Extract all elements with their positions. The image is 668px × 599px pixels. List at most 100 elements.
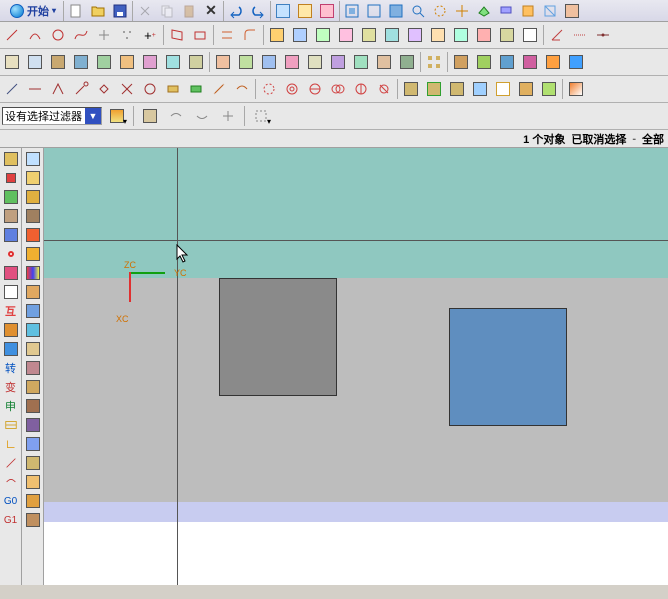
orient-button[interactable] xyxy=(495,0,517,22)
mod-tool[interactable] xyxy=(24,78,46,100)
spline-tool[interactable] xyxy=(70,24,92,46)
pal2-button[interactable] xyxy=(24,397,42,415)
unite-tool[interactable] xyxy=(450,51,472,73)
select-obj-button[interactable] xyxy=(139,105,161,127)
trim-tool[interactable] xyxy=(569,24,591,46)
pal-button[interactable] xyxy=(2,264,20,282)
pal-button[interactable] xyxy=(2,150,20,168)
tool-button[interactable] xyxy=(316,0,338,22)
shell-tool[interactable] xyxy=(519,51,541,73)
mod-tool[interactable] xyxy=(231,78,253,100)
new-file-button[interactable] xyxy=(65,0,87,22)
wireframe-button[interactable] xyxy=(539,0,561,22)
dropdown-icon[interactable]: ▼ xyxy=(85,108,101,124)
pattern-tool[interactable] xyxy=(423,51,445,73)
view-rotate-button[interactable] xyxy=(429,0,451,22)
blend-tool[interactable] xyxy=(565,51,587,73)
angle-tool[interactable] xyxy=(546,24,568,46)
simplify-tool[interactable] xyxy=(381,24,403,46)
pal-button[interactable] xyxy=(2,226,20,244)
delete-button[interactable]: ✕ xyxy=(200,0,222,22)
selection-filter-input[interactable] xyxy=(3,108,85,124)
pal-extend-button[interactable]: 申 xyxy=(2,397,20,415)
intersect-tool[interactable] xyxy=(289,24,311,46)
rect-tool[interactable] xyxy=(166,24,188,46)
pal2-button[interactable] xyxy=(24,226,42,244)
save-button[interactable] xyxy=(109,0,131,22)
pal2-button[interactable] xyxy=(24,454,42,472)
circle-mod[interactable] xyxy=(281,78,303,100)
view-fit-button[interactable] xyxy=(341,0,363,22)
wrap-tool[interactable] xyxy=(427,24,449,46)
groove-tool[interactable] xyxy=(327,51,349,73)
pal-transform-button[interactable]: 变 xyxy=(2,378,20,396)
circle-mod[interactable] xyxy=(327,78,349,100)
cylinder-tool[interactable] xyxy=(70,51,92,73)
view-magnify-button[interactable] xyxy=(407,0,429,22)
select-priority-button[interactable] xyxy=(191,105,213,127)
orient-button[interactable] xyxy=(473,0,495,22)
pal-button[interactable] xyxy=(2,188,20,206)
shape-gray-square[interactable] xyxy=(219,278,337,396)
pal2-button[interactable] xyxy=(24,340,42,358)
pal2-button[interactable] xyxy=(24,511,42,529)
shade-button[interactable] xyxy=(517,0,539,22)
box-mod[interactable] xyxy=(446,78,468,100)
pal-button[interactable] xyxy=(2,473,20,491)
subtract-tool[interactable] xyxy=(473,51,495,73)
chamfer-tool[interactable] xyxy=(396,51,418,73)
mod-tool[interactable] xyxy=(116,78,138,100)
pal-rotate-button[interactable]: 转 xyxy=(2,359,20,377)
datum-plane[interactable] xyxy=(1,51,23,73)
pal2-button[interactable] xyxy=(24,302,42,320)
extract-tool[interactable] xyxy=(335,24,357,46)
pal2-button[interactable] xyxy=(24,188,42,206)
mod-tool[interactable] xyxy=(185,78,207,100)
slot-tool[interactable] xyxy=(304,51,326,73)
join-tool[interactable] xyxy=(404,24,426,46)
sphere-tool[interactable] xyxy=(116,51,138,73)
extrude-tool[interactable] xyxy=(139,51,161,73)
circle-tool[interactable] xyxy=(47,24,69,46)
circle-mod[interactable] xyxy=(350,78,372,100)
circle-mod[interactable] xyxy=(373,78,395,100)
mod-tool[interactable] xyxy=(1,78,23,100)
cut-button[interactable] xyxy=(134,0,156,22)
cone-tool[interactable] xyxy=(93,51,115,73)
mod-tool[interactable] xyxy=(47,78,69,100)
sweep-tool[interactable] xyxy=(185,51,207,73)
pal2-button[interactable] xyxy=(24,283,42,301)
box-mod[interactable] xyxy=(515,78,537,100)
block-tool[interactable] xyxy=(47,51,69,73)
redo-button[interactable] xyxy=(247,0,269,22)
pal2-button[interactable] xyxy=(24,473,42,491)
pal2-button[interactable] xyxy=(24,207,42,225)
section-tool[interactable] xyxy=(312,24,334,46)
pal-button[interactable] xyxy=(2,416,20,434)
mod-tool[interactable] xyxy=(93,78,115,100)
boss-tool[interactable] xyxy=(235,51,257,73)
view-window-button[interactable] xyxy=(385,0,407,22)
start-menu-button[interactable]: 开始 ▾ xyxy=(4,2,62,20)
bridge-tool[interactable] xyxy=(358,24,380,46)
arc-tool[interactable] xyxy=(24,24,46,46)
helix-tool[interactable] xyxy=(496,24,518,46)
datum-axis[interactable] xyxy=(24,51,46,73)
layer-mod[interactable] xyxy=(565,78,587,100)
box-mod[interactable] xyxy=(469,78,491,100)
pocket-tool[interactable] xyxy=(258,51,280,73)
draft-tool[interactable] xyxy=(542,51,564,73)
thread-tool[interactable] xyxy=(373,51,395,73)
pal-button[interactable] xyxy=(2,454,20,472)
mod-tool[interactable] xyxy=(162,78,184,100)
pal2-button[interactable] xyxy=(24,321,42,339)
pal2-button[interactable] xyxy=(24,359,42,377)
text-tool[interactable] xyxy=(519,24,541,46)
mod-tool[interactable] xyxy=(70,78,92,100)
undo-button[interactable] xyxy=(225,0,247,22)
law-curve-tool[interactable] xyxy=(473,24,495,46)
pal2-button[interactable] xyxy=(24,378,42,396)
isoparametric-tool[interactable] xyxy=(450,24,472,46)
point-tool[interactable] xyxy=(93,24,115,46)
graphics-canvas[interactable]: YC ZC XC xyxy=(44,148,668,585)
